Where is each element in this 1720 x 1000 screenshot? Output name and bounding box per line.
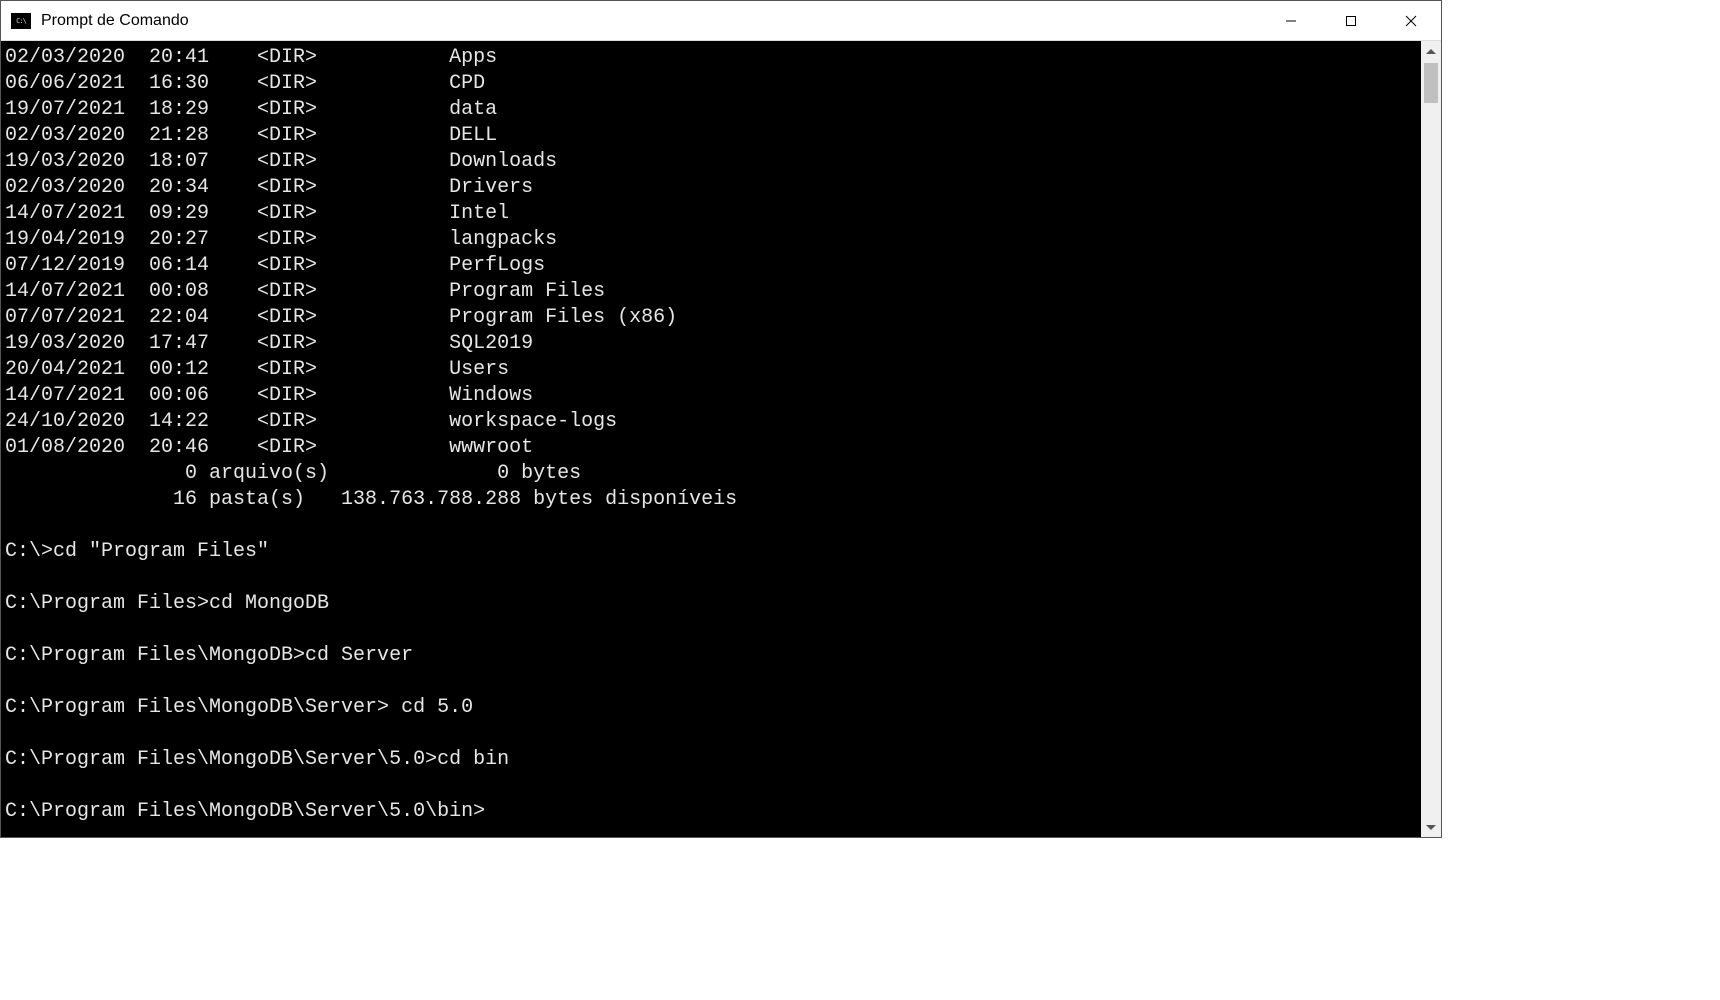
chevron-up-icon xyxy=(1426,49,1436,54)
terminal-area: 02/03/2020 20:41 <DIR> Apps 06/06/2021 1… xyxy=(1,41,1441,837)
scrollbar-thumb[interactable] xyxy=(1424,63,1438,103)
close-button[interactable] xyxy=(1381,1,1441,40)
cmd-window: Prompt de Comando 02/03/2020 20:41 <DIR>… xyxy=(0,0,1442,838)
minimize-button[interactable] xyxy=(1261,1,1321,40)
scroll-up-button[interactable] xyxy=(1421,41,1441,61)
window-controls xyxy=(1261,1,1441,40)
terminal-output[interactable]: 02/03/2020 20:41 <DIR> Apps 06/06/2021 1… xyxy=(1,41,1421,837)
cmd-icon xyxy=(11,13,31,29)
window-title: Prompt de Comando xyxy=(41,12,1261,30)
minimize-icon xyxy=(1285,15,1297,27)
close-icon xyxy=(1404,14,1418,28)
chevron-down-icon xyxy=(1426,825,1436,830)
scroll-down-button[interactable] xyxy=(1421,817,1441,837)
vertical-scrollbar[interactable] xyxy=(1421,41,1441,837)
titlebar[interactable]: Prompt de Comando xyxy=(1,1,1441,41)
maximize-icon xyxy=(1345,15,1357,27)
maximize-button[interactable] xyxy=(1321,1,1381,40)
